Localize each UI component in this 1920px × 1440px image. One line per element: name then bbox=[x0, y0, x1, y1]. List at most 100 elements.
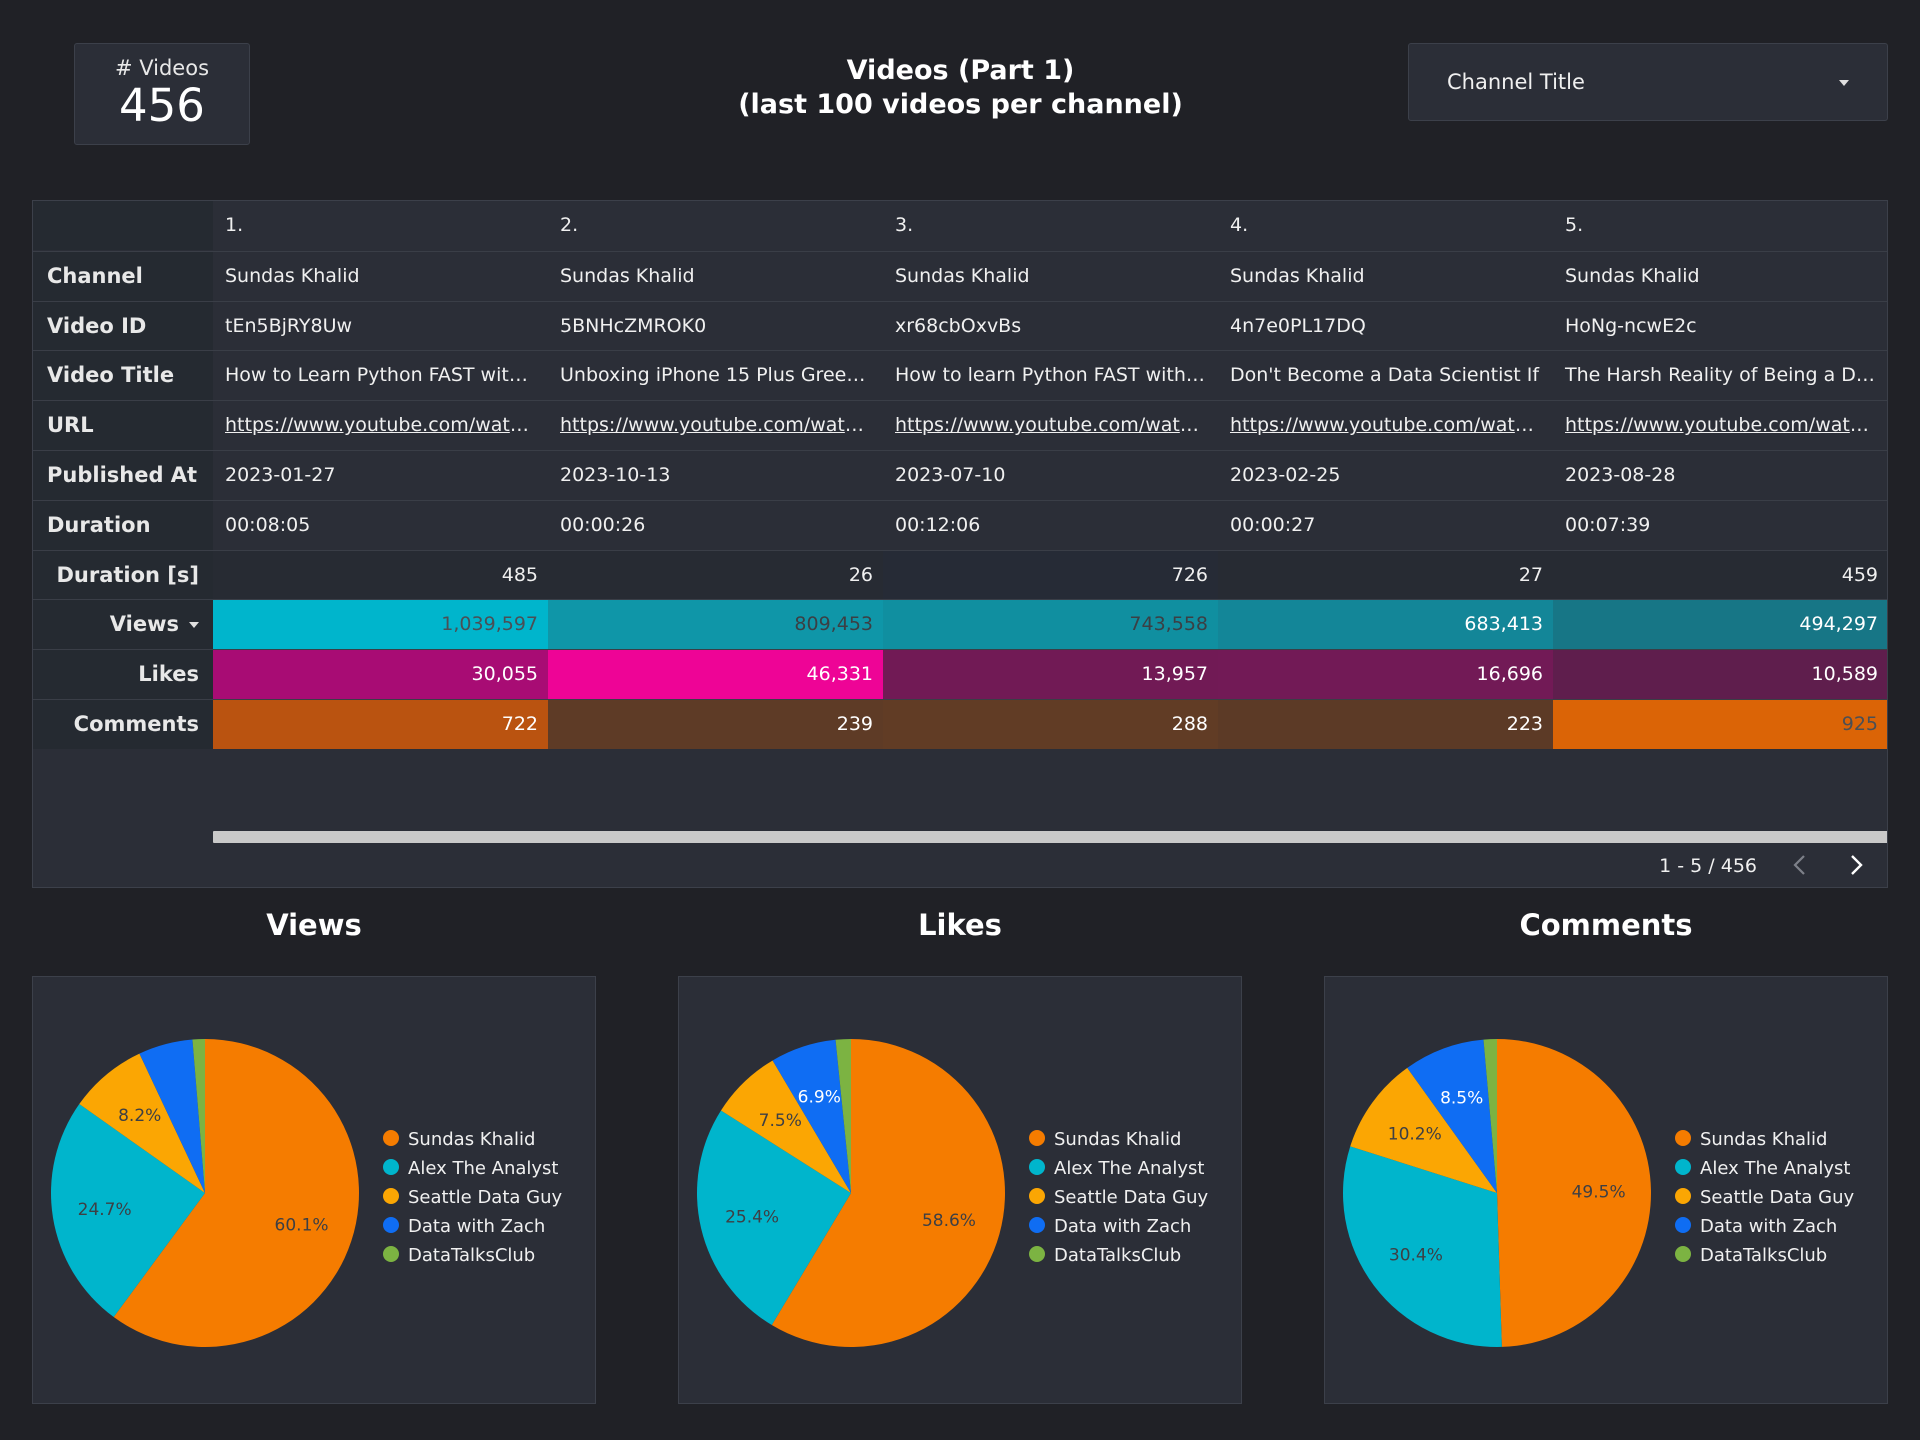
table-cell: 26 bbox=[548, 550, 883, 600]
legend-label: Alex The Analyst bbox=[1054, 1158, 1205, 1179]
row-header-label: Video ID bbox=[47, 313, 147, 338]
pie-data-label: 6.9% bbox=[798, 1087, 841, 1107]
table-cell: 1,039,597 bbox=[213, 600, 548, 650]
chevron-right-icon bbox=[1851, 855, 1863, 875]
table-cell: Sundas Khalid bbox=[1565, 264, 1700, 287]
legend-item[interactable]: Data with Zach bbox=[1675, 1212, 1854, 1241]
legend-swatch bbox=[1675, 1246, 1691, 1262]
legend-item[interactable]: DataTalksClub bbox=[1675, 1241, 1854, 1270]
video-url-link[interactable]: https://www.youtube.com/watch?... bbox=[1565, 414, 1887, 436]
row-header-label: Comments bbox=[73, 712, 199, 736]
chevron-down-icon bbox=[1839, 80, 1849, 86]
pie-data-label: 10.2% bbox=[1388, 1124, 1442, 1144]
legend-item[interactable]: Alex The Analyst bbox=[383, 1154, 562, 1183]
legend-label: Data with Zach bbox=[408, 1216, 546, 1237]
previous-page-button[interactable] bbox=[1787, 849, 1813, 881]
pie-legend: Sundas Khalid Alex The Analyst Seattle Dat… bbox=[1029, 1125, 1208, 1270]
pagination-text: 1 - 5 / 456 bbox=[1659, 855, 1757, 877]
row-header: Published At bbox=[33, 451, 213, 500]
table-cell: Sundas Khalid bbox=[560, 264, 695, 287]
legend-item[interactable]: Seattle Data Guy bbox=[1675, 1183, 1854, 1212]
legend-swatch bbox=[1675, 1130, 1691, 1146]
table-cell: xr68cbOxvBs bbox=[895, 314, 1022, 337]
table-cell: 683,413 bbox=[1218, 600, 1553, 650]
table-cell[interactable]: https://www.youtube.com/watch?... bbox=[213, 401, 548, 450]
table-cell[interactable]: https://www.youtube.com/watch?... bbox=[1218, 401, 1553, 450]
table-cell: How to learn Python FAST with Ch... bbox=[895, 364, 1218, 387]
legend-item[interactable]: Data with Zach bbox=[1029, 1212, 1208, 1241]
table-cell: Sundas Khalid bbox=[1230, 264, 1365, 287]
comments-pie-chart: 49.5% 30.4% 10.2% 8.5% Sundas Khalid Alex The… bbox=[1324, 976, 1888, 1404]
row-header-label: Published At bbox=[47, 463, 198, 487]
table-cell: 4. bbox=[1230, 214, 1249, 236]
videos-pivot-table: 1. 2. 3. 4. 5. Channel Title Sundas Khalid Sund… bbox=[32, 200, 1888, 888]
row-header: Comments bbox=[33, 700, 213, 749]
legend-swatch bbox=[383, 1188, 399, 1204]
legend-item[interactable]: DataTalksClub bbox=[1029, 1241, 1208, 1270]
table-row-views: Views 1,039,597 809,453 743,558 683,413 494,2… bbox=[33, 599, 1887, 650]
legend-item[interactable]: Seattle Data Guy bbox=[1029, 1183, 1208, 1212]
legend-item[interactable]: Alex The Analyst bbox=[1029, 1154, 1208, 1183]
legend-swatch bbox=[1029, 1159, 1045, 1175]
legend-label: Sundas Khalid bbox=[408, 1129, 536, 1150]
video-url-link[interactable]: https://www.youtube.com/watch?... bbox=[560, 414, 883, 436]
pie-data-label: 8.5% bbox=[1440, 1089, 1483, 1109]
row-header-label: Duration [s] bbox=[56, 562, 199, 587]
row-header[interactable]: Views bbox=[33, 600, 213, 650]
table-cell: 2. bbox=[560, 214, 579, 236]
pie-data-label: 30.4% bbox=[1389, 1245, 1443, 1265]
video-url-link[interactable]: https://www.youtube.com/watch?... bbox=[225, 414, 548, 436]
sort-desc-icon[interactable] bbox=[189, 622, 199, 629]
table-row-duration-s: Duration [s] 485 26 726 27 459 bbox=[33, 549, 1887, 600]
pie-data-label: 25.4% bbox=[725, 1207, 779, 1227]
row-header: URL bbox=[33, 401, 213, 451]
table-cell[interactable]: https://www.youtube.com/watch?... bbox=[548, 401, 883, 450]
pie-legend: Sundas Khalid Alex The Analyst Seattle Dat… bbox=[1675, 1125, 1854, 1270]
horizontal-scrollbar[interactable] bbox=[213, 831, 1887, 843]
legend-swatch bbox=[1029, 1246, 1045, 1262]
video-url-link[interactable]: https://www.youtube.com/watch?... bbox=[895, 414, 1218, 436]
table-row-title: Video Title How to Learn Python FAST with… bbox=[33, 350, 1888, 401]
legend-item[interactable]: Sundas Khalid bbox=[1029, 1125, 1208, 1154]
legend-swatch bbox=[1029, 1188, 1045, 1204]
table-cell: 925 bbox=[1553, 700, 1887, 749]
legend-item[interactable]: Seattle Data Guy bbox=[383, 1183, 562, 1212]
row-header-label: Video Title bbox=[47, 363, 175, 388]
legend-swatch bbox=[1675, 1188, 1691, 1204]
table-cell: 4n7e0PL17DQ bbox=[1230, 314, 1366, 337]
legend-item[interactable]: Data with Zach bbox=[383, 1212, 562, 1241]
channel-title-filter[interactable]: Channel Title bbox=[1408, 43, 1888, 121]
chevron-left-icon bbox=[1793, 855, 1805, 875]
video-url-link[interactable]: https://www.youtube.com/watch?... bbox=[1230, 414, 1553, 436]
pie-data-label: 58.6% bbox=[922, 1211, 976, 1231]
table-cell: 459 bbox=[1553, 550, 1887, 600]
table-cell: 10,589 bbox=[1553, 650, 1887, 700]
table-cell: Unboxing iPhone 15 Plus Green 📦 bbox=[560, 364, 883, 387]
legend-swatch bbox=[1675, 1217, 1691, 1233]
table-cell[interactable]: https://www.youtube.com/watch?... bbox=[883, 401, 1218, 450]
table-row-likes: Likes 30,055 46,331 13,957 16,696 10,589 bbox=[33, 649, 1887, 700]
legend-label: Alex The Analyst bbox=[1700, 1158, 1851, 1179]
table-cell: 743,558 bbox=[883, 600, 1218, 650]
table-cell: 223 bbox=[1218, 700, 1553, 749]
table-cell: The Harsh Reality of Being a Data ... bbox=[1565, 364, 1888, 387]
legend-swatch bbox=[383, 1130, 399, 1146]
legend-item[interactable]: Alex The Analyst bbox=[1675, 1154, 1854, 1183]
legend-item[interactable]: DataTalksClub bbox=[383, 1241, 562, 1270]
table-cell: 809,453 bbox=[548, 600, 883, 650]
table-cell: 288 bbox=[883, 700, 1218, 749]
legend-swatch bbox=[1675, 1159, 1691, 1175]
table-cell: 00:12:06 bbox=[895, 513, 981, 536]
table-cell: Sundas Khalid bbox=[895, 264, 1030, 287]
legend-swatch bbox=[1029, 1130, 1045, 1146]
next-page-button[interactable] bbox=[1843, 849, 1869, 881]
legend-item[interactable]: Sundas Khalid bbox=[383, 1125, 562, 1154]
table-cell[interactable]: https://www.youtube.com/watch?... bbox=[1553, 401, 1887, 450]
table-cell: 2023-02-25 bbox=[1230, 464, 1341, 486]
legend-item[interactable]: Sundas Khalid bbox=[1675, 1125, 1854, 1154]
table-cell: 30,055 bbox=[213, 650, 548, 700]
likes-pie-chart: 58.6% 25.4% 7.5% 6.9% Sundas Khalid Alex The … bbox=[678, 976, 1242, 1404]
row-header: Duration [s] bbox=[33, 550, 213, 600]
table-cell: 2023-01-27 bbox=[225, 464, 336, 486]
table-cell: 1. bbox=[225, 214, 244, 236]
